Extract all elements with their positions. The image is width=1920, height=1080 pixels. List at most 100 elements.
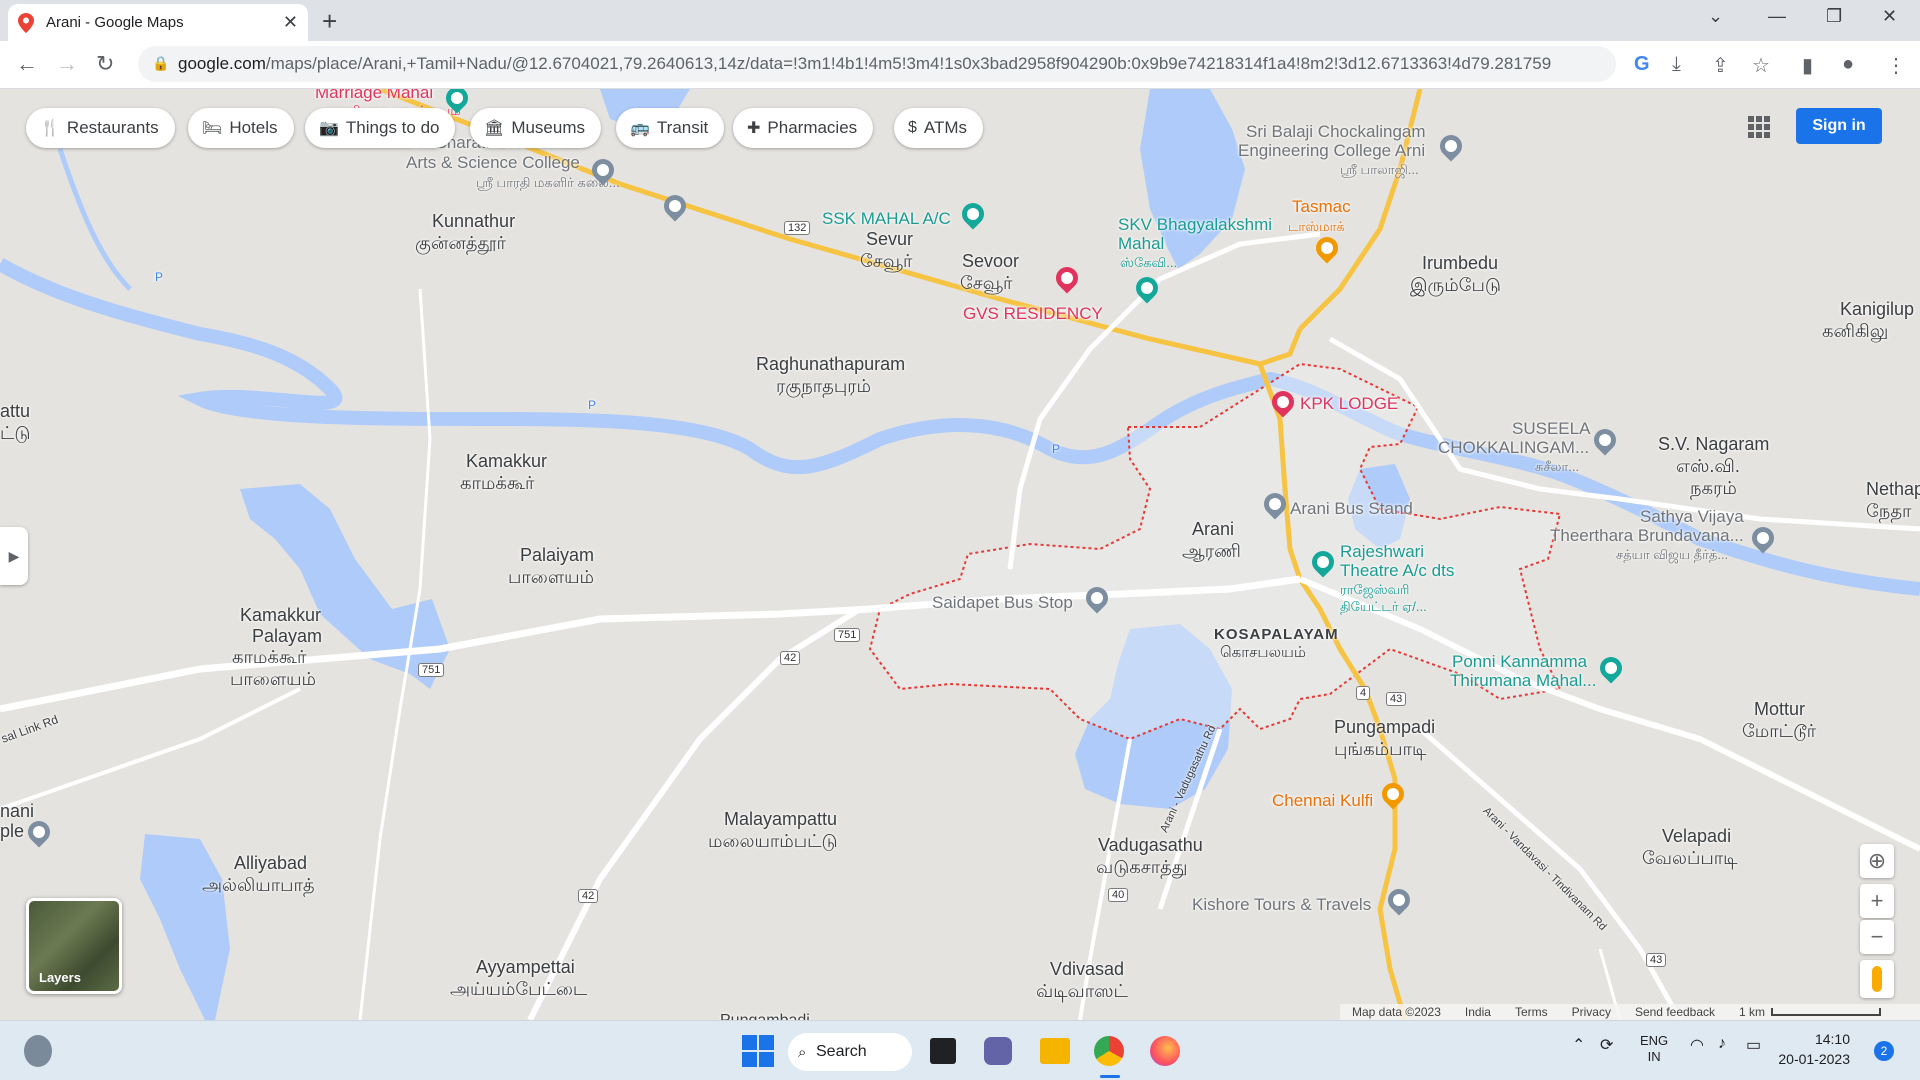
chip-atms[interactable]: $ ATMs (894, 108, 984, 148)
label-kishore-tours[interactable]: Kishore Tours & Travels (1192, 895, 1371, 915)
label-skv-1[interactable]: SKV Bhagyalakshmi (1118, 215, 1272, 235)
label-chennai-kulfi[interactable]: Chennai Kulfi (1272, 791, 1373, 811)
wifi-icon[interactable]: ◠ (1690, 1035, 1704, 1055)
language-indicator[interactable]: ENG IN (1640, 1033, 1668, 1065)
chip-transit[interactable]: 🚌 Transit (616, 108, 725, 148)
label-saidapet-bus-stop[interactable]: Saidapet Bus Stop (932, 593, 1073, 613)
address-bar[interactable]: 🔒 google.com/maps/place/Arani,+Tamil+Nad… (138, 46, 1616, 82)
label-sevoor[interactable]: Sevoor (962, 251, 1019, 271)
label-vadugasathu[interactable]: Vadugasathu (1098, 835, 1203, 855)
taskbar-search[interactable]: ⌕ Search (788, 1033, 912, 1071)
label-tasmac[interactable]: Tasmac (1292, 197, 1351, 217)
label-arani-bus-stand[interactable]: Arani Bus Stand (1290, 499, 1413, 519)
windows-start-icon[interactable] (742, 1035, 774, 1067)
terms-link[interactable]: Terms (1515, 1005, 1548, 1019)
tab-search-icon[interactable]: ⌄ (1708, 6, 1723, 27)
send-feedback-link[interactable]: Send feedback (1635, 1005, 1715, 1019)
label-sri-balaji-1[interactable]: Sri Balaji Chockalingam (1246, 122, 1426, 142)
reload-button[interactable]: ↻ (96, 51, 114, 77)
share-icon[interactable]: ⇪ (1712, 53, 1729, 78)
privacy-link[interactable]: Privacy (1572, 1005, 1611, 1019)
label-sv-nagaram[interactable]: S.V. Nagaram (1658, 434, 1769, 454)
back-button[interactable]: ← (16, 51, 38, 77)
label-sri-bharathi-2[interactable]: Arts & Science College (406, 153, 580, 173)
chip-things-to-do[interactable]: 📷 Things to do (305, 108, 456, 148)
label-ponni-1[interactable]: Ponni Kannamma (1452, 652, 1587, 672)
label-alliyabad[interactable]: Alliyabad (234, 853, 307, 873)
lock-icon[interactable]: 🔒 (152, 55, 169, 72)
label-palaiyam[interactable]: Palaiyam (520, 545, 594, 565)
volume-icon[interactable]: ♪ (1718, 1035, 1726, 1053)
label-sri-balaji-2[interactable]: Engineering College Arni (1238, 141, 1425, 161)
scale-label[interactable]: 1 km (1739, 1005, 1765, 1019)
label-suseela-1[interactable]: SUSEELA (1512, 419, 1590, 439)
label-kamakkur-palayam-1[interactable]: Kamakkur (240, 605, 321, 625)
sync-icon[interactable]: ⟳ (1600, 1035, 1613, 1055)
teams-chat-icon[interactable] (984, 1037, 1012, 1065)
expand-side-panel-icon[interactable]: ▶ (0, 527, 28, 585)
tab-close-icon[interactable]: ✕ (283, 12, 298, 33)
close-window-button[interactable]: ✕ (1882, 6, 1897, 27)
zoom-out-button[interactable]: − (1860, 920, 1894, 954)
chrome-icon[interactable] (1094, 1036, 1124, 1066)
side-panel-icon[interactable]: ▮ (1802, 53, 1813, 78)
tray-chevron-icon[interactable]: ⌃ (1572, 1035, 1585, 1055)
google-apps-icon[interactable] (1748, 116, 1770, 138)
label-pungambadi[interactable]: Pungambadi (720, 1011, 810, 1020)
restore-button[interactable]: ❐ (1826, 6, 1842, 27)
install-app-icon[interactable]: ⤓ (1672, 53, 1681, 76)
new-tab-button[interactable]: + (322, 6, 337, 37)
label-ayyampettai[interactable]: Ayyampettai (476, 957, 575, 977)
label-malayampattu[interactable]: Malayampattu (724, 809, 837, 829)
weather-widget-icon[interactable] (24, 1035, 52, 1067)
label-arani[interactable]: Arani (1192, 519, 1234, 539)
label-suseela-2[interactable]: CHOKKALINGAM... (1438, 438, 1589, 458)
label-rajeshwari-2[interactable]: Theatre A/c dts (1340, 561, 1454, 581)
label-rajeshwari-1[interactable]: Rajeshwari (1340, 542, 1424, 562)
minimize-button[interactable]: — (1768, 6, 1786, 27)
label-kanigilup[interactable]: Kanigilup (1840, 299, 1914, 319)
task-view-icon[interactable] (930, 1038, 956, 1064)
notification-badge[interactable]: 2 (1874, 1041, 1894, 1061)
forward-button[interactable]: → (56, 51, 78, 77)
label-kunnathur[interactable]: Kunnathur (432, 211, 515, 231)
chip-museums[interactable]: 🏛 Museums (470, 108, 601, 148)
label-nethap[interactable]: Nethap (1866, 479, 1920, 499)
chip-hotels[interactable]: 🛏 Hotels (188, 108, 294, 148)
taskbar-clock[interactable]: 14:10 20-01-2023 (1740, 1029, 1850, 1069)
chip-pharmacies[interactable]: ✚ Pharmacies (733, 108, 874, 148)
label-kpk-lodge[interactable]: KPK LODGE (1300, 394, 1398, 414)
label-kosapalayam[interactable]: KOSAPALAYAM (1214, 625, 1339, 645)
layers-button[interactable]: Layers (26, 898, 122, 994)
label-kamakkur[interactable]: Kamakkur (466, 451, 547, 471)
label-kamakkur-palayam-2[interactable]: Palayam (252, 626, 322, 646)
browser-tab[interactable]: Arani - Google Maps ✕ (8, 4, 308, 41)
sign-in-button[interactable]: Sign in (1796, 108, 1882, 144)
label-mottur[interactable]: Mottur (1754, 699, 1805, 719)
label-ssk-mahal[interactable]: SSK MAHAL A/C (822, 209, 951, 229)
my-location-button[interactable]: ⊕ (1860, 844, 1894, 878)
label-sathya-1[interactable]: Sathya Vijaya (1640, 507, 1744, 527)
google-lens-icon[interactable]: G (1634, 53, 1650, 76)
label-vdivasad[interactable]: Vdivasad (1050, 959, 1124, 979)
firefox-icon[interactable] (1150, 1036, 1180, 1066)
label-pungampadi[interactable]: Pungampadi (1334, 717, 1435, 737)
label-velapadi[interactable]: Velapadi (1662, 826, 1731, 846)
profile-avatar-icon[interactable]: ● (1842, 53, 1854, 76)
bookmark-star-icon[interactable]: ☆ (1752, 53, 1770, 78)
label-attu[interactable]: attu (0, 401, 30, 421)
browser-menu-icon[interactable]: ⋮ (1886, 53, 1906, 78)
file-explorer-icon[interactable] (1040, 1038, 1070, 1064)
zoom-in-button[interactable]: + (1860, 884, 1894, 918)
label-gvs-residency[interactable]: GVS RESIDENCY (963, 304, 1103, 324)
map-canvas[interactable]: Marriage Mahal திருமண மண்டபம் Sri Bharat… (0, 89, 1920, 1020)
label-sevur[interactable]: Sevur (866, 229, 913, 249)
label-ponni-2[interactable]: Thirumana Mahal... (1450, 671, 1596, 691)
label-irumbedu[interactable]: Irumbedu (1422, 253, 1498, 273)
chip-restaurants[interactable]: 🍴 Restaurants (26, 108, 175, 148)
label-sathya-2[interactable]: Theerthara Brundavana... (1550, 526, 1744, 546)
pegman-street-view-icon[interactable] (1860, 960, 1894, 998)
label-skv-2[interactable]: Mahal (1118, 234, 1164, 254)
country-link[interactable]: India (1465, 1005, 1491, 1019)
label-raghunathapuram[interactable]: Raghunathapuram (756, 354, 905, 374)
